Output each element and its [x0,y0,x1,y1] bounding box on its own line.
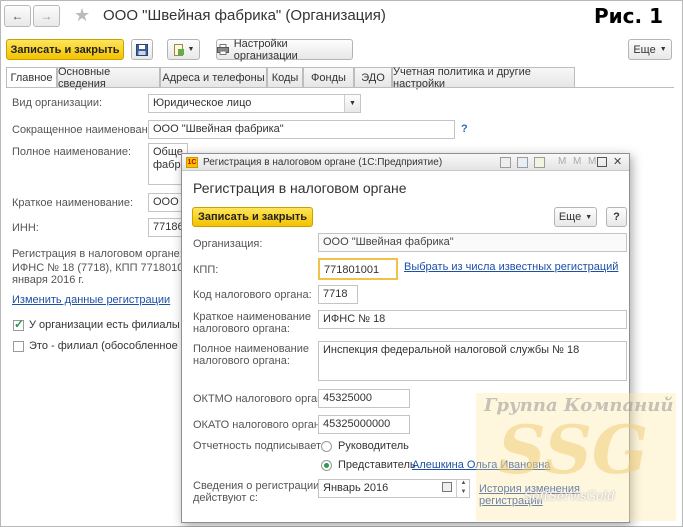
is-branch-checkbox[interactable] [13,341,24,352]
dlg-oktmo-input[interactable]: 45325000 [318,389,410,408]
memory-plus-icon[interactable]: M [573,156,581,167]
tab-funds[interactable]: Фонды [303,67,354,87]
dialog-more-label: Еще [558,211,582,223]
dialog-help-button[interactable]: ? [606,207,627,227]
dlg-short-label-1: Краткое наименование [193,311,312,323]
tab-basic-info[interactable]: Основные сведения [57,66,160,90]
document-icon [173,43,184,56]
dlg-oktmo-label: ОКТМО налогового органа: [193,393,333,405]
dlg-code-input[interactable]: 7718 [318,285,358,304]
org-type-value: Юридическое лицо [153,97,252,109]
brief-name-label: Краткое наименование: [12,197,134,209]
back-button[interactable]: ← [4,5,31,27]
tax-registration-info: ИФНС № 18 (7718), КПП 771801001 [12,262,196,274]
dialog-window-title: Регистрация в налоговом органе (1С:Предп… [203,157,443,168]
dialog-heading: Регистрация в налоговом органе [193,180,407,196]
forward-button[interactable]: → [33,5,60,27]
more-button[interactable]: Еще ▼ [628,39,672,60]
watermark-logo: SSG [498,411,649,489]
has-branches-checkbox[interactable]: ✓ [13,317,25,331]
window-title: ООО "Швейная фабрика" (Организация) [103,7,386,24]
full-name-line2: фабри [153,159,187,171]
dialog-save-and-close-button[interactable]: Записать и закрыть [192,207,313,227]
floppy-disk-icon [136,43,148,56]
org-type-dropdown-button[interactable]: ▼ [344,95,360,112]
radio-representative-label: Представитель [338,459,416,471]
star-icon[interactable]: ★ [74,5,90,26]
watermark-line3: SoftServisGold [524,489,615,503]
arrow-left-icon: ← [11,9,24,23]
chevron-down-icon: ▼ [349,100,356,107]
radio-representative[interactable] [321,460,332,471]
create-based-on-button[interactable]: ▼ [167,39,200,60]
choose-known-registration-link[interactable]: Выбрать из числа известных регистраций [404,261,618,273]
save-and-close-button[interactable]: Записать и закрыть [6,39,124,60]
dlg-full-name-textarea[interactable]: Инспекция федеральной налоговой службы №… [318,341,627,381]
dlg-signer-label: Отчетность подписывает: [193,440,325,452]
dialog-more-button[interactable]: Еще ▼ [554,207,597,227]
tax-registration-label: Регистрация в налоговом органе: [12,248,183,260]
tab-main[interactable]: Главное [6,67,57,88]
radio-head[interactable] [321,441,332,452]
dlg-kpp-label: КПП: [193,264,219,276]
watermark: Группа Компаний SSG SoftServisGold [476,393,676,521]
dlg-org-value: ООО "Швейная фабрика" [318,233,627,252]
tab-edo[interactable]: ЭДО [354,67,392,87]
dlg-okato-input[interactable]: 45325000000 [318,415,410,434]
chevron-down-icon: ▼ [585,213,593,221]
dlg-valid-label-2: действуют с: [193,492,258,504]
calendar-icon[interactable] [534,157,545,168]
full-name-line1: Обще [153,146,183,158]
close-icon[interactable]: ✕ [613,155,622,168]
1c-logo-icon: 1C [186,157,198,168]
calendar-icon[interactable] [442,482,452,492]
dlg-short-name-input[interactable]: ИФНС № 18 [318,310,627,329]
dlg-short-label-2: налогового органа: [193,323,290,335]
inn-label: ИНН: [12,222,39,234]
tab-codes[interactable]: Коды [267,67,303,87]
memory-icon[interactable]: M [558,156,566,167]
figure-label: Рис. 1 [594,4,664,28]
organization-settings-button[interactable]: Настройки организации [216,37,353,62]
printer-icon [217,44,229,55]
short-name-label: Сокращенное наименование: [12,124,164,136]
save-button[interactable] [131,39,153,60]
print-icon[interactable] [500,157,511,168]
full-name-label: Полное наименование: [12,146,132,158]
tab-addresses-phones[interactable]: Адреса и телефоны [160,67,267,87]
org-type-label: Вид организации: [12,97,103,109]
dlg-code-label: Код налогового органа: [193,289,312,301]
dlg-org-label: Организация: [193,238,263,250]
organization-settings-label: Настройки организации [233,37,298,62]
tab-divider [6,87,674,88]
maximize-icon[interactable] [597,157,607,167]
short-name-input[interactable]: ООО "Швейная фабрика" [148,120,455,139]
chevron-down-icon: ▼ [187,46,195,53]
dlg-okato-label: ОКАТО налогового органа: [193,419,330,431]
chevron-down-icon: ▼ [659,46,667,53]
dlg-full-label-2: налогового органа: [193,355,290,367]
org-type-select[interactable]: Юридическое лицо [148,94,361,113]
spin-arrows-icon[interactable]: ▲ ▼ [456,479,470,498]
dlg-valid-label-1: Сведения о регистрации [193,480,320,492]
more-label: Еще [633,43,656,56]
memory-minus-icon[interactable]: M [588,156,596,167]
tax-registration-date: января 2016 г. [12,274,85,286]
radio-head-label: Руководитель [338,440,409,452]
is-branch-label: Это - филиал (обособленное подр [29,340,206,352]
checkmark-icon: ✓ [14,317,25,331]
dlg-full-label-1: Полное наименование [193,343,309,355]
copy-icon[interactable] [517,157,528,168]
short-name-help[interactable]: ? [461,123,468,135]
change-registration-link[interactable]: Изменить данные регистрации [12,294,170,306]
tab-accounting-policy[interactable]: Учетная политика и другие настройки [392,66,575,90]
arrow-right-icon: → [40,9,53,23]
dlg-kpp-input[interactable]: 771801001 [318,258,398,280]
